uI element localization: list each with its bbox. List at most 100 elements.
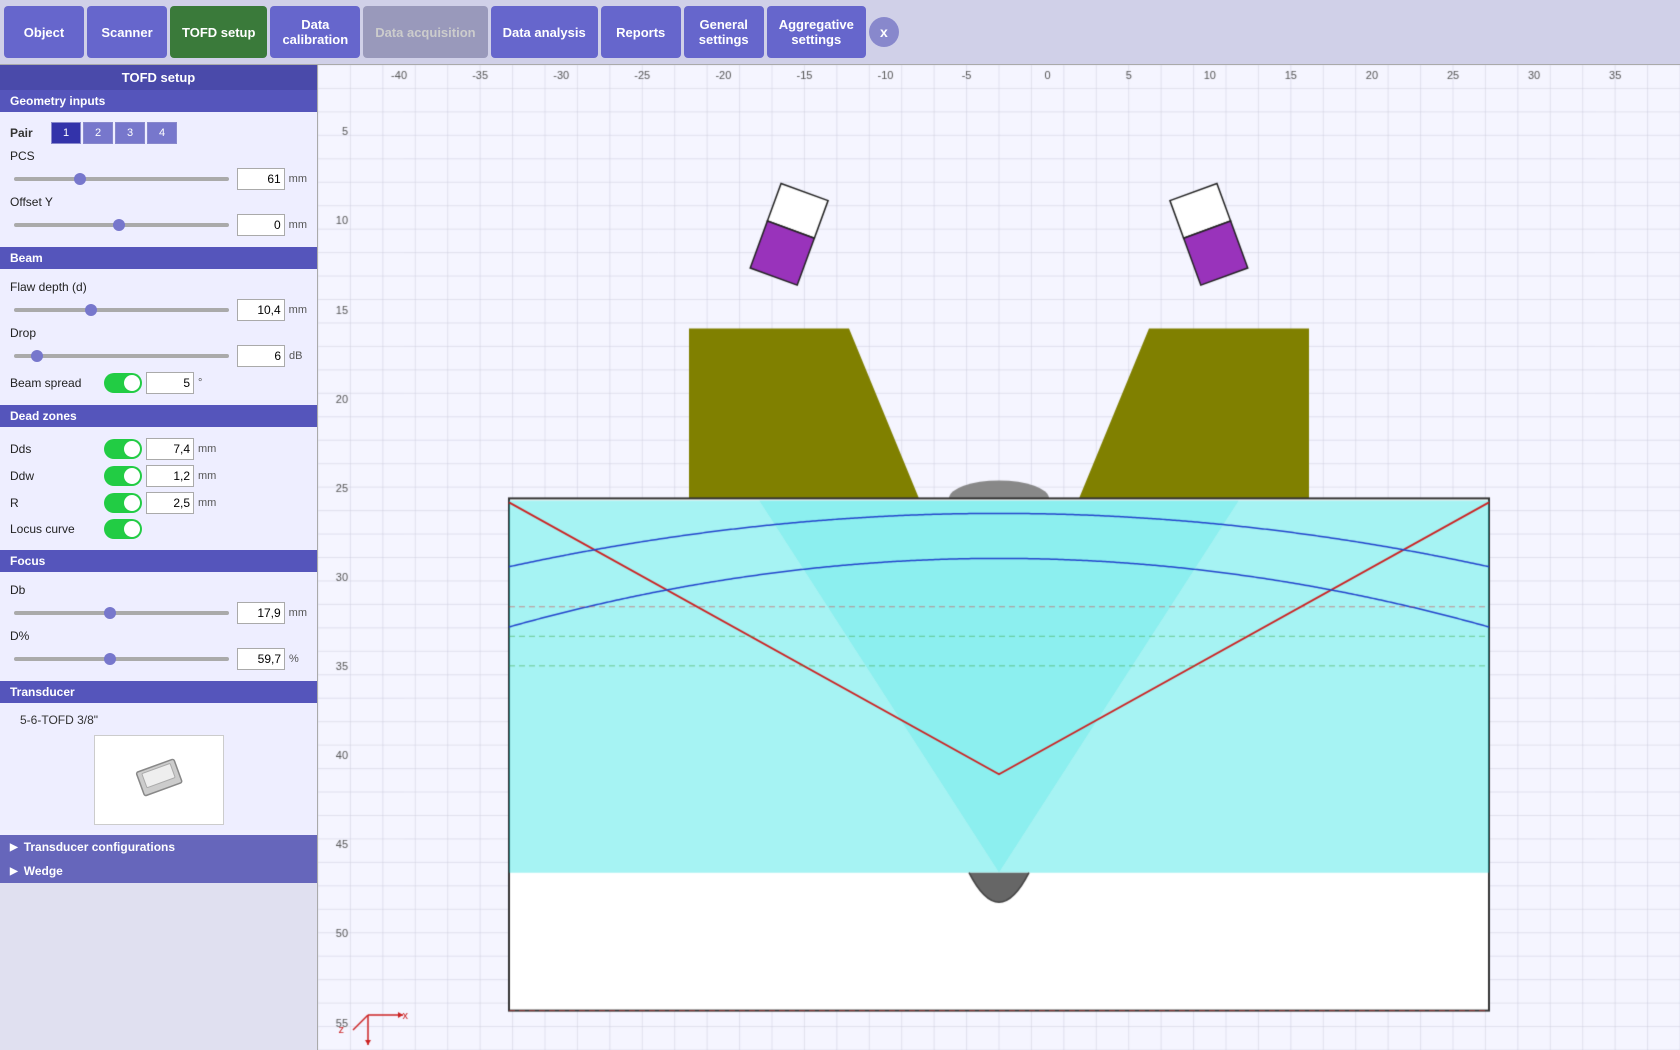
nav-aggregative-settings[interactable]: Aggregative settings [767,6,866,58]
drop-slider-row: dB [10,345,307,367]
flaw-depth-unit: mm [289,304,307,316]
pair-btn-4[interactable]: 4 [147,122,177,144]
pcs-slider[interactable] [14,177,229,181]
canvas-area [318,65,1680,1050]
ddw-input[interactable] [146,465,194,487]
offset-y-unit: mm [289,219,307,231]
flaw-depth-slider[interactable] [14,308,229,312]
nav-tofd-setup[interactable]: TOFD setup [170,6,267,58]
section-transducer: Transducer [0,681,317,703]
nav-scanner[interactable]: Scanner [87,6,167,58]
main-layout: TOFD setup Geometry inputs Pair 1 2 3 4 … [0,65,1680,1050]
flaw-depth-label: Flaw depth (d) [10,280,100,294]
offset-y-label: Offset Y [10,195,100,209]
dds-row: Dds mm [10,438,307,460]
beam-spread-toggle[interactable] [104,373,142,393]
drop-unit: dB [289,350,307,362]
transducer-config-label: Transducer configurations [24,840,175,854]
dds-input[interactable] [146,438,194,460]
locus-curve-label: Locus curve [10,522,100,536]
dpct-slider[interactable] [14,657,229,661]
pair-btn-1[interactable]: 1 [51,122,81,144]
ddw-label: Ddw [10,469,100,483]
beam-spread-input[interactable] [146,372,194,394]
dpct-label-row: D% [10,629,307,643]
db-unit: mm [289,607,307,619]
beam-spread-label: Beam spread [10,376,100,390]
dds-unit: mm [198,443,216,455]
pcs-slider-row: 61 mm [10,168,307,190]
flaw-depth-slider-row: mm [10,299,307,321]
db-slider-row: mm [10,602,307,624]
locus-curve-row: Locus curve [10,519,307,539]
drop-input[interactable] [237,345,285,367]
db-input[interactable] [237,602,285,624]
offset-y-input[interactable]: 0 [237,214,285,236]
pcs-row: PCS [10,149,307,163]
pair-selector: Pair 1 2 3 4 [10,122,307,144]
r-input[interactable] [146,492,194,514]
db-slider[interactable] [14,611,229,615]
pcs-unit: mm [289,173,307,185]
flaw-depth-input[interactable] [237,299,285,321]
drop-slider[interactable] [14,354,229,358]
ddw-row: Ddw mm [10,465,307,487]
db-label-row: Db [10,583,307,597]
top-navigation: Object Scanner TOFD setup Data calibrati… [0,0,1680,65]
transducer-content: 5-6-TOFD 3/8" [0,703,317,835]
r-row: R mm [10,492,307,514]
nav-object[interactable]: Object [4,6,84,58]
dpct-input[interactable] [237,648,285,670]
transducer-configurations-row[interactable]: ▶ Transducer configurations [0,835,317,859]
geometry-content: Pair 1 2 3 4 PCS 61 mm Offset Y [0,112,317,247]
transducer-preview [94,735,224,825]
beam-spread-row: Beam spread ° [10,372,307,394]
pcs-input[interactable]: 61 [237,168,285,190]
drop-label-row: Drop [10,326,307,340]
r-label: R [10,496,100,510]
dpct-unit: % [289,653,307,665]
wedge-row[interactable]: ▶ Wedge [0,859,317,883]
focus-content: Db mm D% % [0,572,317,681]
section-dead-zones: Dead zones [0,405,317,427]
pcs-label: PCS [10,149,100,163]
section-geometry: Geometry inputs [0,90,317,112]
dds-label: Dds [10,442,100,456]
pair-label: Pair [10,126,50,140]
panel-title: TOFD setup [0,65,317,90]
left-panel: TOFD setup Geometry inputs Pair 1 2 3 4 … [0,65,318,1050]
pair-btn-3[interactable]: 3 [115,122,145,144]
db-label: Db [10,583,100,597]
nav-reports[interactable]: Reports [601,6,681,58]
transducer-config-arrow: ▶ [10,842,18,853]
dds-toggle[interactable] [104,439,142,459]
section-beam: Beam [0,247,317,269]
offset-y-slider-row: 0 mm [10,214,307,236]
beam-content: Flaw depth (d) mm Drop dB [0,269,317,405]
r-unit: mm [198,497,216,509]
offset-y-row: Offset Y [10,195,307,209]
nav-data-calibration[interactable]: Data calibration [270,6,360,58]
dead-zones-content: Dds mm Ddw mm R mm Locus curve [0,427,317,550]
transducer-icon [119,750,199,810]
r-toggle[interactable] [104,493,142,513]
drop-label: Drop [10,326,100,340]
offset-y-slider[interactable] [14,223,229,227]
nav-close[interactable]: x [869,17,899,47]
nav-data-acquisition[interactable]: Data acquisition [363,6,487,58]
section-focus: Focus [0,550,317,572]
nav-general-settings[interactable]: General settings [684,6,764,58]
nav-data-analysis[interactable]: Data analysis [491,6,598,58]
ddw-toggle[interactable] [104,466,142,486]
wedge-label: Wedge [24,864,63,878]
locus-curve-toggle[interactable] [104,519,142,539]
ddw-unit: mm [198,470,216,482]
visualization-canvas [318,65,1680,1050]
wedge-arrow: ▶ [10,866,18,877]
flaw-depth-label-row: Flaw depth (d) [10,280,307,294]
pair-btn-2[interactable]: 2 [83,122,113,144]
beam-spread-unit: ° [198,377,216,389]
dpct-slider-row: % [10,648,307,670]
dpct-label: D% [10,629,100,643]
transducer-name: 5-6-TOFD 3/8" [10,709,307,731]
